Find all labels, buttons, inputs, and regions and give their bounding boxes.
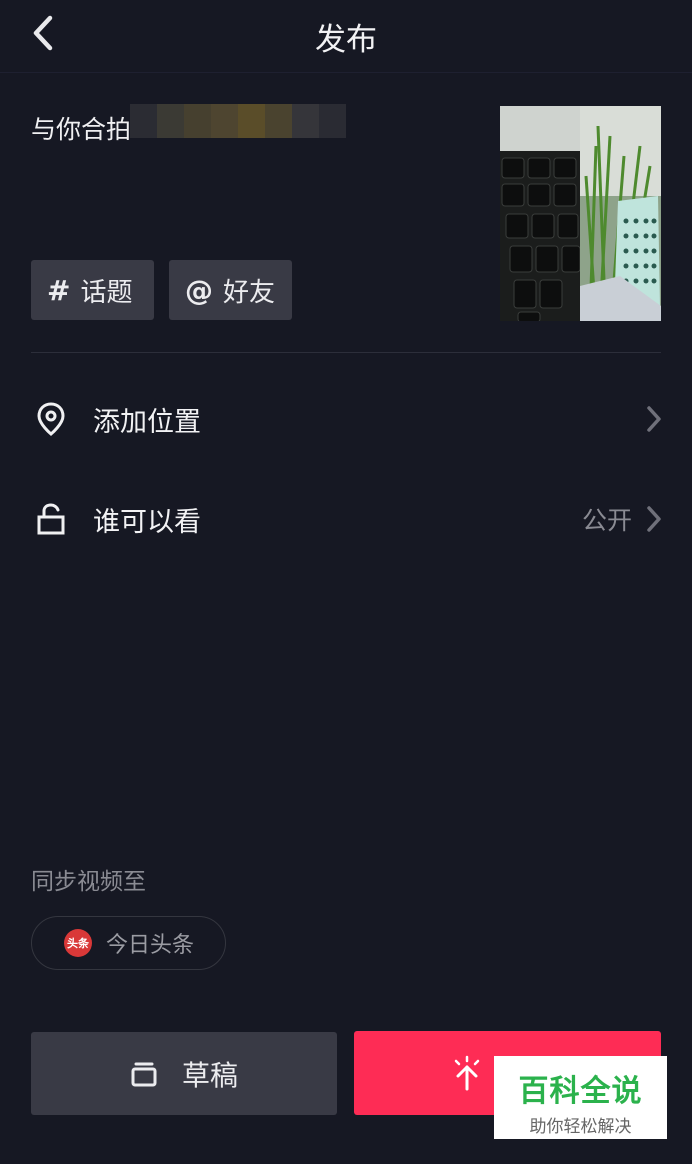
visibility-label: 谁可以看 [93, 506, 201, 538]
visibility-value: 公开 [581, 506, 632, 535]
add-location-row[interactable]: 添加位置 [31, 389, 662, 449]
friend-label: 好友 [223, 277, 276, 308]
hashtag-icon: # [47, 273, 71, 307]
location-pin-icon [31, 399, 71, 439]
page-title: 发布 [315, 22, 377, 58]
draft-label: 草稿 [181, 1058, 238, 1092]
sync-section-label: 同步视频至 [31, 869, 146, 895]
chevron-right-icon [647, 506, 661, 532]
unlock-icon [31, 499, 71, 539]
watermark-logo: 百科全说 助你轻松解决 [494, 1056, 667, 1139]
video-thumbnail[interactable] [500, 106, 661, 321]
topic-chip[interactable]: # 话题 [31, 260, 154, 320]
watermark-title: 百科全说 [518, 1074, 643, 1109]
top-bar: 发布 [0, 0, 692, 73]
toutiao-logo-icon: 头条 [64, 929, 92, 957]
sync-platform-label: 今日头条 [106, 933, 195, 958]
watermark-subtitle: 助你轻松解决 [529, 1117, 632, 1137]
draft-icon [131, 1062, 157, 1086]
visibility-row[interactable]: 谁可以看 公开 [31, 489, 662, 549]
at-icon: @ [185, 273, 213, 307]
sync-toutiao-toggle[interactable]: 头条 今日头条 [31, 916, 226, 970]
redacted-text [130, 104, 346, 138]
divider [31, 352, 661, 353]
topic-label: 话题 [80, 277, 133, 308]
mention-friend-chip[interactable]: @ 好友 [169, 260, 292, 320]
caption-text[interactable]: 与你合拍 [31, 110, 131, 146]
add-location-label: 添加位置 [93, 406, 201, 438]
chevron-right-icon [647, 406, 661, 432]
publish-icon [454, 1055, 480, 1091]
draft-button[interactable]: 草稿 [31, 1032, 337, 1115]
